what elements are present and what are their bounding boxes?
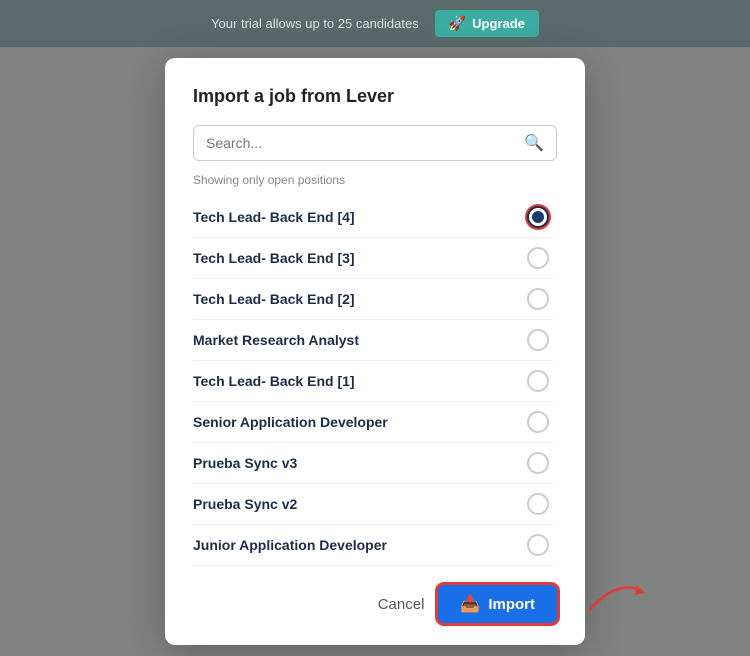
job-label: Prueba Sync v2 (193, 496, 297, 512)
job-label: Tech Lead- Back End [2] (193, 291, 355, 307)
overlay-background: Import a job from Lever 🔍 Showing only o… (0, 47, 750, 656)
radio-button[interactable] (527, 534, 549, 556)
search-container: 🔍 (193, 125, 557, 161)
import-icon: 📥 (460, 594, 480, 614)
radio-button[interactable] (527, 493, 549, 515)
radio-button[interactable] (527, 329, 549, 351)
job-label: Tech Lead- Back End [3] (193, 250, 355, 266)
list-item[interactable]: Tech Lead- Back End [3] (193, 238, 553, 279)
radio-button[interactable] (527, 247, 549, 269)
radio-button[interactable] (527, 411, 549, 433)
import-dialog: Import a job from Lever 🔍 Showing only o… (165, 58, 585, 645)
import-label: Import (488, 596, 535, 613)
job-list-wrapper: Tech Lead- Back End [4] Tech Lead- Back E… (193, 197, 557, 567)
list-item[interactable]: Tech Lead- Back End [1] (193, 361, 553, 402)
import-button[interactable]: 📥 Import (438, 585, 557, 623)
dialog-title: Import a job from Lever (193, 86, 557, 107)
banner-text: Your trial allows up to 25 candidates (211, 16, 419, 31)
search-input[interactable] (206, 135, 524, 151)
list-item[interactable]: Prueba Sync v2 (193, 484, 553, 525)
job-label: Tech Lead- Back End [1] (193, 373, 355, 389)
job-label: Market Research Analyst (193, 332, 359, 348)
cancel-button[interactable]: Cancel (378, 596, 425, 613)
radio-button[interactable] (527, 370, 549, 392)
upgrade-button[interactable]: 🚀 Upgrade (435, 10, 539, 37)
list-item[interactable]: Prueba Sync v3 (193, 443, 553, 484)
trial-banner: Your trial allows up to 25 candidates 🚀 … (0, 0, 750, 47)
job-label: Junior Application Developer (193, 537, 387, 553)
job-label: Tech Lead- Back End [4] (193, 209, 355, 225)
job-label: Prueba Sync v3 (193, 455, 297, 471)
job-label: Senior Application Developer (193, 414, 388, 430)
dialog-footer: Cancel 📥 Import (193, 585, 557, 623)
upgrade-label: Upgrade (472, 16, 525, 31)
list-item[interactable]: Junior Application Developer (193, 525, 553, 566)
list-item[interactable]: Senior Application Developer (193, 402, 553, 443)
search-icon: 🔍 (524, 133, 544, 153)
arrow-indicator (585, 575, 645, 615)
radio-button[interactable] (527, 206, 549, 228)
job-list: Tech Lead- Back End [4] Tech Lead- Back E… (193, 197, 557, 567)
list-item[interactable]: Remote Senior Web3 Developer (193, 566, 553, 567)
list-item[interactable]: Tech Lead- Back End [2] (193, 279, 553, 320)
radio-button[interactable] (527, 288, 549, 310)
rocket-icon: 🚀 (449, 15, 466, 32)
showing-subtitle: Showing only open positions (193, 173, 557, 187)
list-item[interactable]: Market Research Analyst (193, 320, 553, 361)
list-item[interactable]: Tech Lead- Back End [4] (193, 197, 553, 238)
radio-button[interactable] (527, 452, 549, 474)
